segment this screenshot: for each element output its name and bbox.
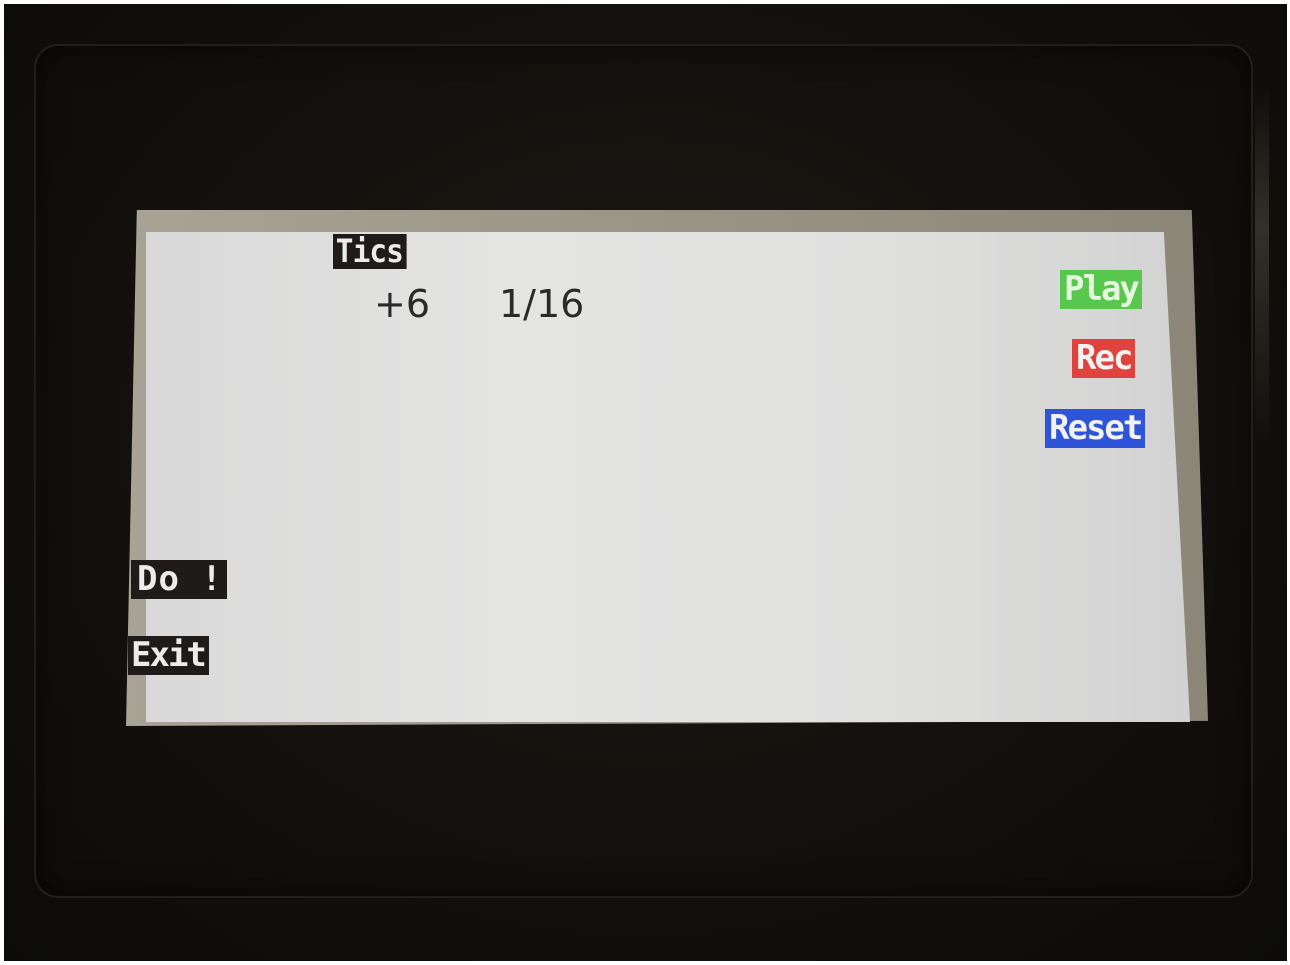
do-button[interactable]: Do ! bbox=[131, 560, 227, 599]
exit-button[interactable]: Exit bbox=[128, 636, 209, 675]
rec-button[interactable]: Rec bbox=[1072, 339, 1136, 378]
lcd-screen bbox=[146, 232, 1190, 722]
bezel-reflection bbox=[1255, 84, 1269, 444]
page-title: Tics bbox=[333, 234, 407, 269]
note-value[interactable]: 1/16 bbox=[499, 285, 584, 323]
tics-value[interactable]: +6 bbox=[374, 285, 430, 323]
reset-button[interactable]: Reset bbox=[1045, 409, 1146, 448]
play-button[interactable]: Play bbox=[1060, 270, 1142, 309]
